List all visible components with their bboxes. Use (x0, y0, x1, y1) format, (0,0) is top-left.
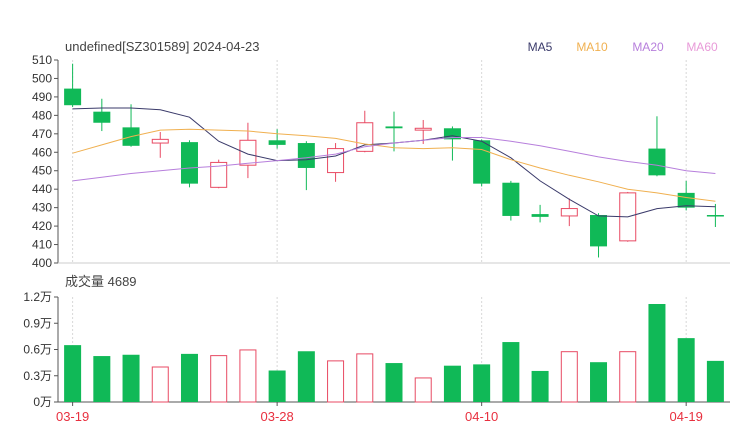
candle-body (473, 140, 491, 184)
volume-tick-label: 1.2万 (23, 290, 52, 304)
candle-body (560, 208, 578, 217)
price-tick-label: 440 (32, 182, 52, 196)
volume-bar (356, 353, 374, 403)
candle-body (297, 143, 315, 168)
price-tick-label: 480 (32, 108, 52, 122)
volume-bar (560, 351, 578, 403)
volume-bar (590, 362, 608, 402)
price-tick-label: 510 (32, 53, 52, 67)
chart-title: undefined[SZ301589] 2024-04-23 (65, 39, 259, 54)
date-tick-label: 04-19 (670, 409, 703, 424)
candle-body (268, 140, 286, 145)
volume-bar (93, 356, 111, 402)
legend-item-ma10: MA10 (576, 40, 608, 54)
volume-bar (385, 363, 403, 402)
price-tick-label: 470 (32, 127, 52, 141)
legend-item-ma5: MA5 (528, 40, 553, 54)
volume-bar (180, 353, 198, 402)
price-tick-label: 460 (32, 145, 52, 159)
price-tick-label: 420 (32, 219, 52, 233)
volume-tick-label: 0.9万 (23, 316, 52, 330)
volume-bar (122, 354, 140, 402)
candle-body (385, 126, 403, 129)
volume-bar (648, 304, 666, 402)
price-axis: 510 500 490 480 470 460 450 440 430 420 410 400 (32, 53, 58, 270)
volume-bar (443, 365, 461, 402)
candle-body (151, 138, 169, 144)
stock-chart: 510 500 490 480 470 460 450 440 430 420 410 400 1.2… (23, 39, 730, 424)
date-axis: 03-19 03-28 04-10 04-19 (56, 402, 703, 424)
candle-body (180, 142, 198, 184)
volume-bar (268, 370, 286, 402)
candle-body (64, 88, 82, 106)
volume-bar (327, 360, 345, 403)
candle-body (239, 139, 257, 166)
candle-body (648, 148, 666, 176)
volume-bars (64, 304, 724, 403)
volume-tick-label: 0.3万 (23, 369, 52, 383)
candle-body (502, 182, 520, 216)
volume-bar (239, 349, 257, 403)
volume-bar (706, 360, 724, 402)
volume-bar (473, 364, 491, 402)
candle-body (590, 215, 608, 247)
volume-bar (151, 366, 169, 403)
legend-item-ma60: MA60 (686, 40, 718, 54)
price-tick-label: 450 (32, 164, 52, 178)
volume-tick-label: 0万 (33, 395, 52, 409)
candle-body (93, 111, 111, 123)
volume-bar (619, 351, 637, 403)
volume-bar (414, 377, 432, 403)
legend: MA5 MA10 MA20 MA60 (528, 40, 718, 54)
volume-bar (210, 355, 228, 403)
price-tick-label: 400 (32, 256, 52, 270)
volume-bar (297, 351, 315, 402)
price-tick-label: 430 (32, 201, 52, 215)
volume-bar (677, 338, 695, 402)
legend-item-ma20: MA20 (632, 40, 664, 54)
price-tick-label: 490 (32, 90, 52, 104)
volume-bar (502, 342, 520, 402)
candle-body (531, 214, 549, 217)
date-tick-label: 03-28 (261, 409, 294, 424)
volume-bar (64, 345, 82, 402)
candle-body (706, 215, 724, 217)
price-tick-label: 500 (32, 71, 52, 85)
date-tick-label: 04-10 (465, 409, 498, 424)
price-tick-label: 410 (32, 238, 52, 252)
volume-bar (531, 370, 549, 402)
volume-axis: 1.2万 0.9万 0.6万 0.3万 0万 (23, 290, 58, 409)
volume-title: 成交量 4689 (65, 274, 137, 289)
date-tick-label: 03-19 (56, 409, 89, 424)
volume-tick-label: 0.6万 (23, 343, 52, 357)
candle-body (414, 127, 432, 131)
